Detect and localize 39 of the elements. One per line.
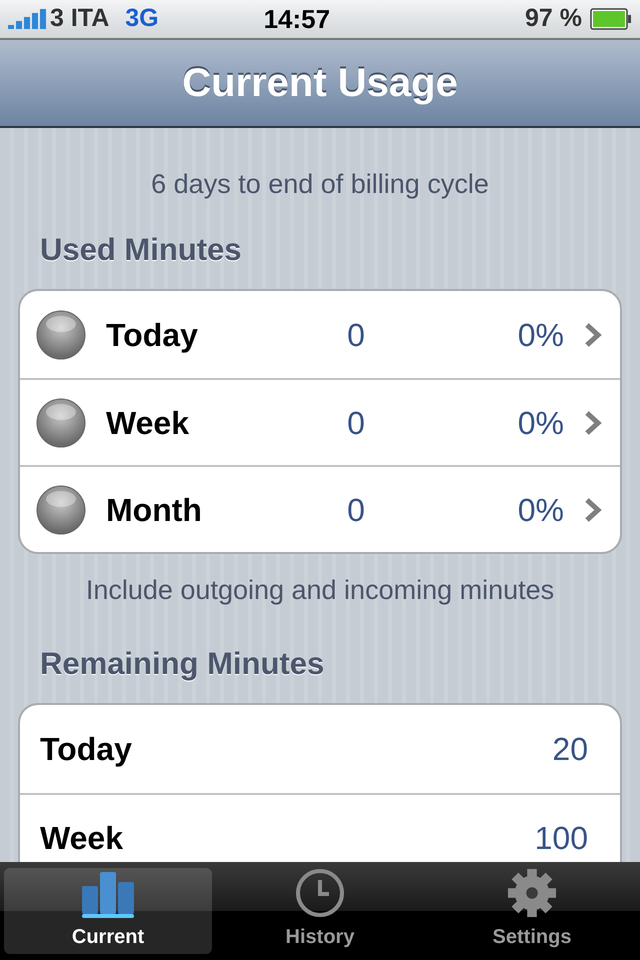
clock-time: 14:57 (262, 2, 332, 36)
period-label: Today (40, 730, 132, 769)
remaining-value: 100 (534, 819, 588, 858)
section-footer: Include outgoing and incoming minutes (18, 570, 622, 610)
minutes-value: 0 (346, 316, 366, 354)
signal-icon (8, 9, 46, 29)
minutes-value: 0 (346, 404, 366, 442)
usage-row[interactable]: Week 0 0% (20, 378, 620, 465)
settings-icon (506, 868, 558, 918)
percent-value: 0% (518, 490, 564, 530)
remaining-value: 20 (552, 730, 588, 769)
screen-title: Current Usage (182, 60, 458, 107)
usage-row[interactable]: Month 0 0% (20, 465, 620, 552)
percent-value: 0% (518, 404, 564, 442)
section-header: Remaining Minutes (40, 644, 326, 683)
chevron-icon (584, 410, 602, 436)
usage-row[interactable]: Today 0 0% (20, 291, 620, 378)
chevron-icon (584, 496, 602, 522)
bar-chart-icon (82, 872, 134, 918)
minutes-value: 0 (346, 490, 366, 530)
battery-icon (590, 8, 632, 30)
section-header: Used Minutes (40, 230, 243, 268)
tab-item[interactable]: History (216, 868, 424, 954)
network-type: 3G (125, 3, 159, 34)
tab-item[interactable]: Current (4, 868, 212, 954)
billing-note: 6 days to end of billing cycle (150, 168, 490, 201)
tab-item[interactable]: Settings (428, 868, 636, 954)
period-label: Week (106, 404, 190, 442)
period-label: Week (40, 819, 124, 858)
percent-value: 0% (518, 316, 564, 354)
battery-percent: 97 % (525, 3, 582, 34)
status-ball-icon (36, 484, 86, 534)
carrier-name: 3 ITA (50, 3, 110, 34)
period-label: Today (106, 316, 199, 355)
chevron-icon (584, 322, 602, 348)
clock-icon (295, 868, 345, 918)
status-ball-icon (36, 398, 86, 448)
period-label: Month (106, 490, 203, 530)
status-ball-icon (36, 310, 86, 360)
